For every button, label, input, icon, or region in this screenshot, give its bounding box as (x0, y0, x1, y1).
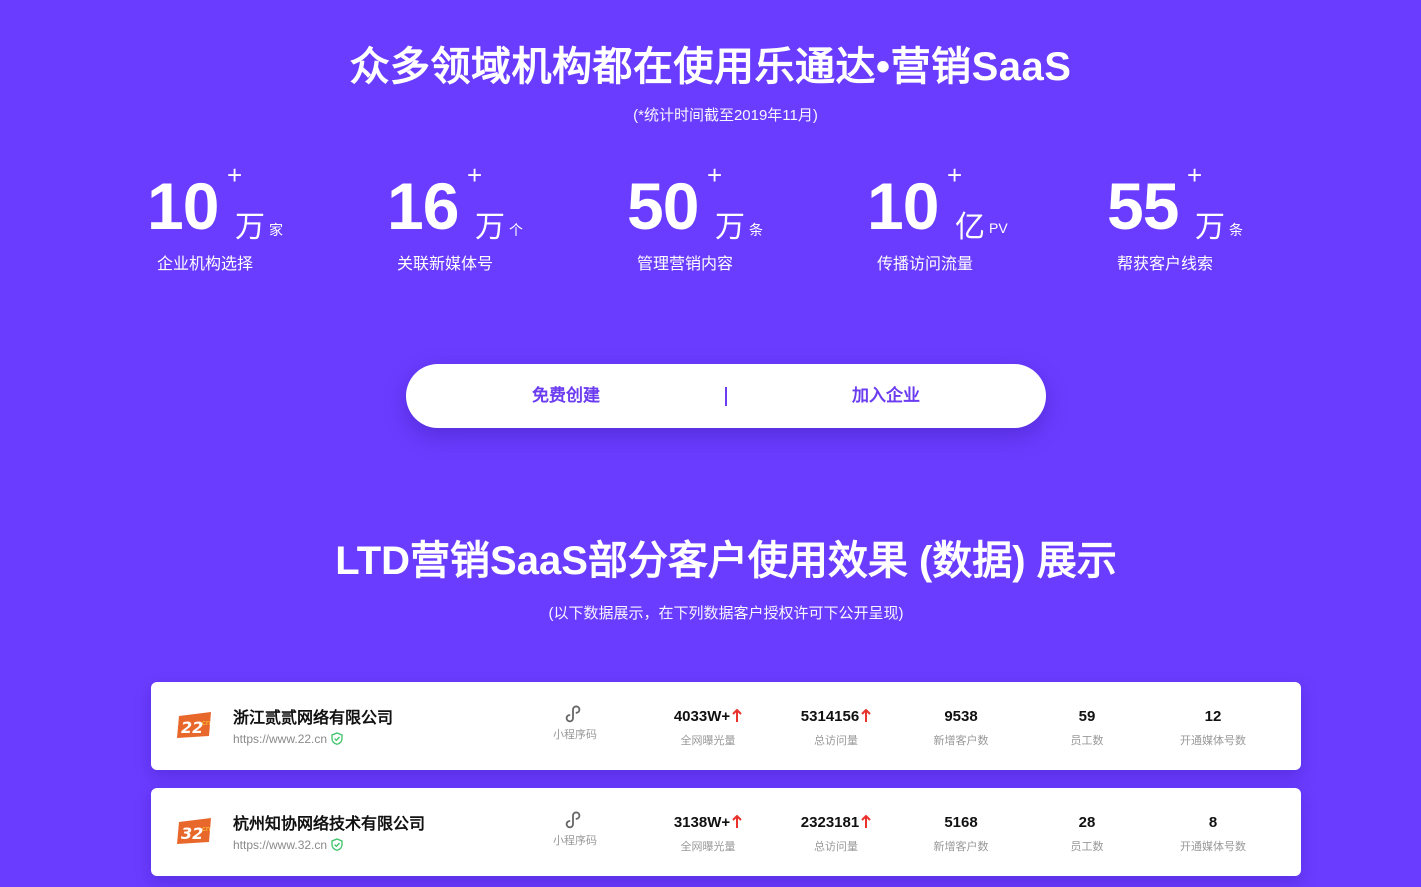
metric-value: 28 (1078, 814, 1096, 831)
svg-text:22: 22 (181, 718, 203, 737)
section-title: LTD营销SaaS部分客户使用效果 (数据) 展示 (335, 539, 1117, 583)
metric-label: 新增客户数 (933, 841, 989, 853)
mini-program-icon (565, 811, 581, 829)
stat-unit: 万 (1195, 211, 1225, 244)
metric-label: 总访问量 (814, 841, 858, 853)
metric-label: 员工数 (1070, 841, 1104, 853)
metric-label: 全网曝光量 (680, 841, 736, 853)
stat-enterprises: 10 + 万 家 企业机构选择 (147, 160, 347, 276)
plus-icon: + (947, 160, 963, 190)
stats-row: 10 + 万 家 企业机构选择 16 + 万 个 关联新媒体号 50 + 万 条… (0, 160, 1421, 276)
company-logo-icon: 32 cn (177, 818, 211, 844)
stat-label: 企业机构选择 (157, 256, 254, 273)
stat-number: 10 (867, 169, 939, 243)
metric-value: 5314156 (800, 708, 860, 725)
stat-sub-unit: 个 (509, 222, 523, 238)
stat-sub-unit: 条 (1229, 222, 1243, 238)
metric-value: 5168 (944, 814, 978, 831)
plus-icon: + (467, 160, 483, 190)
customer-card: 32 cn 杭州知协网络技术有限公司 https://www.32.cn 小程序… (151, 788, 1301, 876)
metric-exposure: 4033W+ 全网曝光量 (653, 708, 763, 748)
stat-label: 管理营销内容 (637, 256, 734, 273)
company-url-row: https://www.22.cn (233, 732, 343, 746)
stat-number: 55 (1107, 169, 1179, 243)
metric-value: 59 (1078, 708, 1096, 725)
stat-unit: 万 (715, 211, 745, 244)
company-url-row: https://www.32.cn (233, 838, 343, 852)
stat-sub-unit: 条 (749, 222, 763, 238)
stat-number: 50 (627, 169, 699, 243)
metric-label: 全网曝光量 (680, 735, 736, 747)
svg-text:cn: cn (202, 719, 210, 727)
stat-label: 帮获客户线索 (1117, 256, 1214, 273)
stat-unit: 亿 (955, 211, 985, 244)
up-arrow-icon (861, 815, 871, 828)
stat-traffic: 10 + 亿 PV 传播访问流量 (867, 160, 1067, 276)
plus-icon: + (707, 160, 723, 190)
metric-visits: 5314156 总访问量 (781, 708, 891, 748)
verified-shield-icon (331, 732, 343, 745)
hero-note: (*统计时间截至2019年11月) (633, 107, 818, 124)
up-arrow-icon (861, 709, 871, 722)
metric-label: 员工数 (1070, 735, 1104, 747)
stat-number: 16 (387, 169, 459, 243)
metric-new-customers: 5168 新增客户数 (906, 814, 1016, 854)
company-url[interactable]: https://www.32.cn (233, 838, 327, 852)
plus-icon: + (1187, 160, 1203, 190)
stat-sub-unit: PV (989, 220, 1008, 236)
metric-label: 开通媒体号数 (1180, 841, 1246, 853)
stat-leads: 55 + 万 条 帮获客户线索 (1107, 160, 1307, 276)
stat-media-accounts: 16 + 万 个 关联新媒体号 (387, 160, 587, 276)
page: 众多领域机构都在使用乐通达•营销SaaS (*统计时间截至2019年11月) 1… (0, 0, 1421, 887)
hero-title: 众多领域机构都在使用乐通达•营销SaaS (349, 45, 1072, 89)
company-logo-icon: 22 cn (177, 712, 211, 738)
metric-media-accounts: 12 开通媒体号数 (1158, 708, 1268, 748)
stat-number: 10 (147, 169, 219, 243)
metric-value: 9538 (944, 708, 978, 725)
svg-text:cn: cn (202, 825, 210, 833)
section-note: (以下数据展示，在下列数据客户授权许可下公开呈现) (548, 605, 904, 622)
metric-value: 2323181 (800, 814, 860, 831)
join-enterprise-button[interactable]: 加入企业 (726, 364, 1046, 428)
up-arrow-icon (732, 709, 742, 722)
company-name: 杭州知协网络技术有限公司 (233, 816, 426, 833)
company-name: 浙江贰贰网络有限公司 (233, 710, 394, 727)
customer-card: 22 cn 浙江贰贰网络有限公司 https://www.22.cn 小程序码 … (151, 682, 1301, 770)
mini-program-code[interactable]: 小程序码 (535, 704, 615, 742)
verified-shield-icon (331, 838, 343, 851)
company-url[interactable]: https://www.22.cn (233, 732, 327, 746)
metric-value: 12 (1204, 708, 1222, 725)
mini-program-label: 小程序码 (553, 729, 597, 741)
metric-value: 3138W+ (673, 814, 731, 831)
metric-value: 4033W+ (673, 708, 731, 725)
metric-new-customers: 9538 新增客户数 (906, 708, 1016, 748)
mini-program-label: 小程序码 (553, 835, 597, 847)
free-create-button[interactable]: 免费创建 (406, 364, 726, 428)
stat-content: 50 + 万 条 管理营销内容 (627, 160, 827, 276)
metric-staff: 28 员工数 (1032, 814, 1142, 854)
metric-label: 新增客户数 (933, 735, 989, 747)
metric-staff: 59 员工数 (1032, 708, 1142, 748)
metric-media-accounts: 8 开通媒体号数 (1158, 814, 1268, 854)
plus-icon: + (227, 160, 243, 190)
stat-label: 关联新媒体号 (397, 256, 494, 273)
mini-program-icon (565, 705, 581, 723)
mini-program-code[interactable]: 小程序码 (535, 810, 615, 848)
metric-label: 总访问量 (814, 735, 858, 747)
stat-label: 传播访问流量 (877, 256, 974, 273)
stat-unit: 万 (475, 211, 505, 244)
svg-text:32: 32 (181, 824, 203, 843)
metric-label: 开通媒体号数 (1180, 735, 1246, 747)
up-arrow-icon (732, 815, 742, 828)
stat-sub-unit: 家 (269, 222, 283, 238)
metric-visits: 2323181 总访问量 (781, 814, 891, 854)
metric-value: 8 (1208, 814, 1218, 831)
cta-bar: 免费创建 加入企业 (406, 364, 1046, 428)
metric-exposure: 3138W+ 全网曝光量 (653, 814, 763, 854)
stat-unit: 万 (235, 211, 265, 244)
